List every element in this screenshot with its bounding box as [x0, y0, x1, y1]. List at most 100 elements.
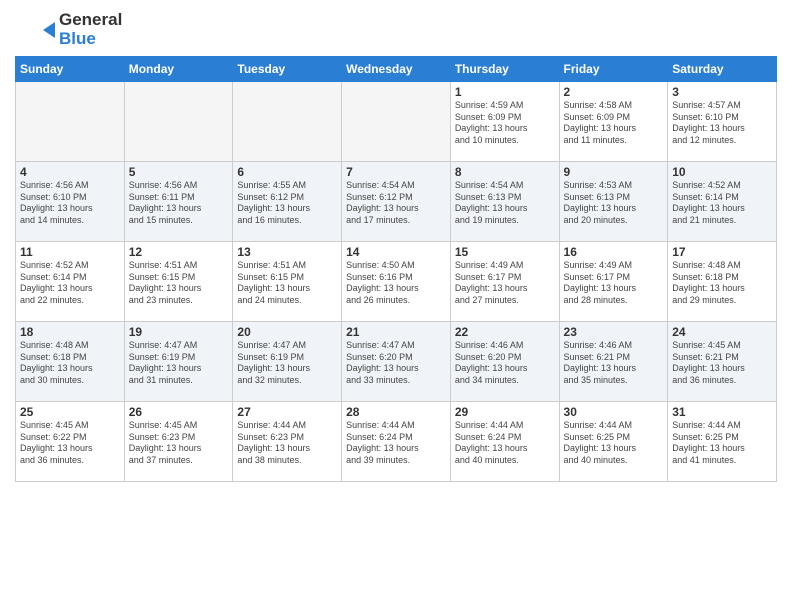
calendar-cell: 29Sunrise: 4:44 AM Sunset: 6:24 PM Dayli… [450, 402, 559, 482]
day-number: 8 [455, 165, 555, 179]
day-number: 16 [564, 245, 664, 259]
day-number: 31 [672, 405, 772, 419]
calendar-cell: 15Sunrise: 4:49 AM Sunset: 6:17 PM Dayli… [450, 242, 559, 322]
calendar-cell: 18Sunrise: 4:48 AM Sunset: 6:18 PM Dayli… [16, 322, 125, 402]
header: GeneralBlue [15, 10, 777, 50]
day-number: 4 [20, 165, 120, 179]
calendar-cell: 14Sunrise: 4:50 AM Sunset: 6:16 PM Dayli… [342, 242, 451, 322]
day-info: Sunrise: 4:56 AM Sunset: 6:10 PM Dayligh… [20, 180, 120, 227]
calendar-cell [124, 82, 233, 162]
calendar-cell: 7Sunrise: 4:54 AM Sunset: 6:12 PM Daylig… [342, 162, 451, 242]
calendar-cell: 22Sunrise: 4:46 AM Sunset: 6:20 PM Dayli… [450, 322, 559, 402]
day-info: Sunrise: 4:44 AM Sunset: 6:25 PM Dayligh… [672, 420, 772, 467]
logo-icon [15, 10, 55, 50]
day-info: Sunrise: 4:52 AM Sunset: 6:14 PM Dayligh… [20, 260, 120, 307]
day-info: Sunrise: 4:51 AM Sunset: 6:15 PM Dayligh… [237, 260, 337, 307]
day-number: 15 [455, 245, 555, 259]
day-number: 3 [672, 85, 772, 99]
calendar-cell: 10Sunrise: 4:52 AM Sunset: 6:14 PM Dayli… [668, 162, 777, 242]
calendar-week-row: 25Sunrise: 4:45 AM Sunset: 6:22 PM Dayli… [16, 402, 777, 482]
calendar-cell: 26Sunrise: 4:45 AM Sunset: 6:23 PM Dayli… [124, 402, 233, 482]
day-number: 19 [129, 325, 229, 339]
calendar-cell: 19Sunrise: 4:47 AM Sunset: 6:19 PM Dayli… [124, 322, 233, 402]
calendar-header-saturday: Saturday [668, 57, 777, 82]
day-info: Sunrise: 4:45 AM Sunset: 6:23 PM Dayligh… [129, 420, 229, 467]
logo: GeneralBlue [15, 10, 122, 50]
calendar-week-row: 1Sunrise: 4:59 AM Sunset: 6:09 PM Daylig… [16, 82, 777, 162]
calendar-cell: 13Sunrise: 4:51 AM Sunset: 6:15 PM Dayli… [233, 242, 342, 322]
calendar-cell [233, 82, 342, 162]
day-info: Sunrise: 4:48 AM Sunset: 6:18 PM Dayligh… [672, 260, 772, 307]
calendar-cell: 17Sunrise: 4:48 AM Sunset: 6:18 PM Dayli… [668, 242, 777, 322]
day-info: Sunrise: 4:59 AM Sunset: 6:09 PM Dayligh… [455, 100, 555, 147]
calendar-cell: 8Sunrise: 4:54 AM Sunset: 6:13 PM Daylig… [450, 162, 559, 242]
day-number: 12 [129, 245, 229, 259]
day-info: Sunrise: 4:56 AM Sunset: 6:11 PM Dayligh… [129, 180, 229, 227]
calendar-cell: 3Sunrise: 4:57 AM Sunset: 6:10 PM Daylig… [668, 82, 777, 162]
calendar-cell: 24Sunrise: 4:45 AM Sunset: 6:21 PM Dayli… [668, 322, 777, 402]
day-info: Sunrise: 4:49 AM Sunset: 6:17 PM Dayligh… [564, 260, 664, 307]
calendar-cell: 4Sunrise: 4:56 AM Sunset: 6:10 PM Daylig… [16, 162, 125, 242]
calendar-cell: 28Sunrise: 4:44 AM Sunset: 6:24 PM Dayli… [342, 402, 451, 482]
day-number: 10 [672, 165, 772, 179]
day-info: Sunrise: 4:47 AM Sunset: 6:19 PM Dayligh… [237, 340, 337, 387]
calendar-header-thursday: Thursday [450, 57, 559, 82]
calendar-cell: 16Sunrise: 4:49 AM Sunset: 6:17 PM Dayli… [559, 242, 668, 322]
day-info: Sunrise: 4:51 AM Sunset: 6:15 PM Dayligh… [129, 260, 229, 307]
calendar-week-row: 18Sunrise: 4:48 AM Sunset: 6:18 PM Dayli… [16, 322, 777, 402]
day-number: 30 [564, 405, 664, 419]
day-info: Sunrise: 4:57 AM Sunset: 6:10 PM Dayligh… [672, 100, 772, 147]
day-info: Sunrise: 4:47 AM Sunset: 6:19 PM Dayligh… [129, 340, 229, 387]
day-info: Sunrise: 4:46 AM Sunset: 6:21 PM Dayligh… [564, 340, 664, 387]
calendar-cell: 25Sunrise: 4:45 AM Sunset: 6:22 PM Dayli… [16, 402, 125, 482]
day-number: 9 [564, 165, 664, 179]
calendar-cell: 1Sunrise: 4:59 AM Sunset: 6:09 PM Daylig… [450, 82, 559, 162]
day-info: Sunrise: 4:44 AM Sunset: 6:25 PM Dayligh… [564, 420, 664, 467]
calendar-week-row: 11Sunrise: 4:52 AM Sunset: 6:14 PM Dayli… [16, 242, 777, 322]
calendar-header-sunday: Sunday [16, 57, 125, 82]
calendar-header-wednesday: Wednesday [342, 57, 451, 82]
day-number: 22 [455, 325, 555, 339]
day-number: 28 [346, 405, 446, 419]
day-info: Sunrise: 4:44 AM Sunset: 6:24 PM Dayligh… [346, 420, 446, 467]
calendar-cell: 20Sunrise: 4:47 AM Sunset: 6:19 PM Dayli… [233, 322, 342, 402]
day-number: 27 [237, 405, 337, 419]
calendar-cell: 30Sunrise: 4:44 AM Sunset: 6:25 PM Dayli… [559, 402, 668, 482]
calendar-week-row: 4Sunrise: 4:56 AM Sunset: 6:10 PM Daylig… [16, 162, 777, 242]
day-number: 7 [346, 165, 446, 179]
calendar-header-monday: Monday [124, 57, 233, 82]
day-info: Sunrise: 4:54 AM Sunset: 6:12 PM Dayligh… [346, 180, 446, 227]
day-number: 21 [346, 325, 446, 339]
day-info: Sunrise: 4:58 AM Sunset: 6:09 PM Dayligh… [564, 100, 664, 147]
day-info: Sunrise: 4:48 AM Sunset: 6:18 PM Dayligh… [20, 340, 120, 387]
calendar-cell: 31Sunrise: 4:44 AM Sunset: 6:25 PM Dayli… [668, 402, 777, 482]
logo-text-block: GeneralBlue [59, 11, 122, 48]
day-info: Sunrise: 4:49 AM Sunset: 6:17 PM Dayligh… [455, 260, 555, 307]
calendar-cell: 6Sunrise: 4:55 AM Sunset: 6:12 PM Daylig… [233, 162, 342, 242]
calendar-cell: 23Sunrise: 4:46 AM Sunset: 6:21 PM Dayli… [559, 322, 668, 402]
calendar-cell: 21Sunrise: 4:47 AM Sunset: 6:20 PM Dayli… [342, 322, 451, 402]
day-number: 5 [129, 165, 229, 179]
calendar-cell: 11Sunrise: 4:52 AM Sunset: 6:14 PM Dayli… [16, 242, 125, 322]
day-number: 2 [564, 85, 664, 99]
calendar-cell: 9Sunrise: 4:53 AM Sunset: 6:13 PM Daylig… [559, 162, 668, 242]
calendar-header-friday: Friday [559, 57, 668, 82]
day-number: 14 [346, 245, 446, 259]
day-number: 25 [20, 405, 120, 419]
day-info: Sunrise: 4:52 AM Sunset: 6:14 PM Dayligh… [672, 180, 772, 227]
day-info: Sunrise: 4:53 AM Sunset: 6:13 PM Dayligh… [564, 180, 664, 227]
calendar-table: SundayMondayTuesdayWednesdayThursdayFrid… [15, 56, 777, 482]
day-info: Sunrise: 4:44 AM Sunset: 6:24 PM Dayligh… [455, 420, 555, 467]
calendar-cell: 12Sunrise: 4:51 AM Sunset: 6:15 PM Dayli… [124, 242, 233, 322]
page: GeneralBlue SundayMondayTuesdayWednesday… [0, 0, 792, 612]
day-number: 23 [564, 325, 664, 339]
calendar-header-row: SundayMondayTuesdayWednesdayThursdayFrid… [16, 57, 777, 82]
day-info: Sunrise: 4:50 AM Sunset: 6:16 PM Dayligh… [346, 260, 446, 307]
calendar-header-tuesday: Tuesday [233, 57, 342, 82]
day-number: 13 [237, 245, 337, 259]
day-number: 20 [237, 325, 337, 339]
day-info: Sunrise: 4:54 AM Sunset: 6:13 PM Dayligh… [455, 180, 555, 227]
day-number: 11 [20, 245, 120, 259]
calendar-cell [16, 82, 125, 162]
day-number: 26 [129, 405, 229, 419]
